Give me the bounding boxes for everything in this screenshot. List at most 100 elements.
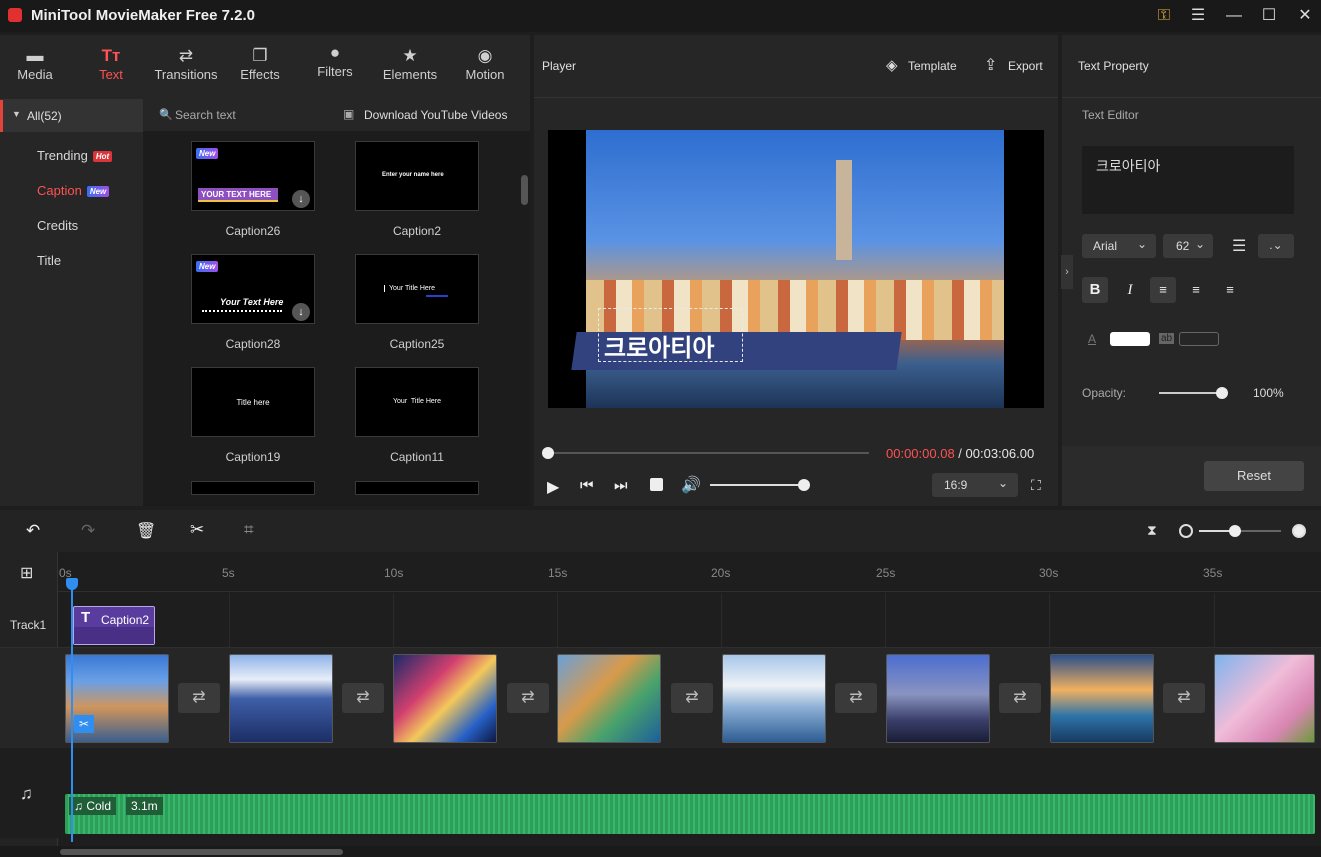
progress-handle[interactable] [542,447,554,459]
timeline-scrollbar[interactable] [60,849,343,855]
background-color-swatch[interactable] [1179,332,1219,346]
video-canvas[interactable]: 크로아티아 [548,130,1044,408]
reset-button[interactable]: Reset [1204,461,1304,491]
template-button[interactable]: Template [908,59,957,73]
bold-button[interactable]: B [1082,277,1108,303]
maximize-button[interactable]: ☐ [1257,4,1281,28]
caption-thumb-25[interactable]: Your Title Here [355,254,479,324]
progress-track[interactable] [544,452,869,454]
align-right-button[interactable]: ≡ [1217,277,1243,303]
video-clip-3[interactable] [393,654,497,743]
align-center-button[interactable]: ≡ [1183,277,1209,303]
caption-thumb-partial[interactable] [191,481,315,495]
undo-icon[interactable]: ↶ [26,521,40,541]
key-icon[interactable]: ⚿ [1152,4,1176,28]
timeline-toolbar: ↶ ↷ 🗑 ✂ ⌗ ⧗ [0,510,1321,552]
video-clip-2[interactable] [229,654,333,743]
transition-slot-7[interactable]: ⇄ [1163,683,1205,713]
tab-effects[interactable]: ❐ Effects [225,45,295,95]
zoom-out-icon[interactable] [1179,524,1193,538]
tab-elements[interactable]: ★ Elements [375,45,445,95]
download-icon[interactable]: ↓ [292,190,310,208]
opacity-handle[interactable] [1216,387,1228,399]
transition-slot-3[interactable]: ⇄ [507,683,549,713]
sidebar-item-trending[interactable]: Trending Hot [37,148,113,163]
timeline-panel: ↶ ↷ 🗑 ✂ ⌗ ⧗ ⊞ 0s 5s 10s 15s 20s 25s 30s … [0,510,1321,857]
caption-thumb-19[interactable]: Title here [191,367,315,437]
video-clip-6[interactable] [886,654,990,743]
export-button[interactable]: Export [1008,59,1043,73]
minimize-button[interactable]: — [1222,4,1246,28]
tab-transitions[interactable]: ⇄ Transitions [150,45,222,95]
audio-clip[interactable]: ♫ Cold 3.1m [65,794,1315,834]
caption-thumb-28[interactable]: New Your Text Here ↓ [191,254,315,324]
transition-slot-4[interactable]: ⇄ [671,683,713,713]
stop-icon[interactable] [650,478,663,491]
text-editor-input[interactable]: 크로아티아 [1082,146,1294,214]
delete-icon[interactable]: 🗑 [136,521,156,541]
caption-thumb-2[interactable]: Enter your name here [355,141,479,211]
transition-slot-6[interactable]: ⇄ [999,683,1041,713]
font-size-select[interactable]: 62 ⌄ [1163,234,1213,258]
transition-slot-1[interactable]: ⇄ [178,683,220,713]
split-icon[interactable]: ✂ [190,520,204,540]
tab-media[interactable]: ▬ Media [0,45,70,95]
play-icon[interactable]: ▶ [547,477,559,497]
font-select[interactable]: Arial ⌄ [1082,234,1156,258]
volume-slider[interactable] [710,484,804,486]
app-title: MiniTool MovieMaker Free 7.2.0 [31,7,255,24]
playhead-handle[interactable] [66,578,78,590]
transition-slot-5[interactable]: ⇄ [835,683,877,713]
download-icon[interactable]: ↓ [292,303,310,321]
track1-row [0,593,1321,648]
search-input[interactable]: Search text [175,108,236,122]
font-color-swatch[interactable] [1110,332,1150,346]
volume-handle[interactable] [798,479,810,491]
spacing-select[interactable]: .⌄ [1258,234,1294,258]
align-left-button[interactable]: ≡ [1150,277,1176,303]
menu-icon[interactable]: ☰ [1186,4,1210,28]
search-icon: 🔍 [159,109,173,121]
transition-slot-2[interactable]: ⇄ [342,683,384,713]
tab-motion[interactable]: ◉ Motion [450,45,520,95]
library-panel: ▬ Media Tт Text ⇄ Transitions ❐ Effects ● Fil… [0,35,530,506]
fit-timeline-icon[interactable]: ⧗ [1147,522,1157,539]
music-note-icon: ♫ [74,799,83,813]
close-button[interactable]: ✕ [1293,4,1317,28]
grid-scrollbar[interactable] [521,175,528,205]
redo-icon[interactable]: ↷ [81,521,95,541]
tab-filters[interactable]: ● Filters [300,42,370,92]
prev-frame-icon[interactable]: ⏮ [580,477,594,494]
italic-button[interactable]: I [1117,277,1143,303]
video-clip-4[interactable] [557,654,661,743]
aspect-ratio-select[interactable]: 16:9 ⌄ [932,473,1018,497]
caption-thumb-11[interactable]: Your Title Here [355,367,479,437]
scissors-icon[interactable]: ✂ [74,715,94,733]
video-clip-5[interactable] [722,654,826,743]
caption-clip[interactable]: T Caption2 [73,606,155,645]
tab-text[interactable]: Tт Text [76,45,146,95]
caption-thumb-26[interactable]: New YOUR TEXT HERE ↓ [191,141,315,211]
sidebar-item-title[interactable]: Title [37,253,61,268]
zoom-handle[interactable] [1229,525,1241,537]
sidebar-item-caption[interactable]: Caption New [37,183,110,198]
add-track-icon[interactable]: ⊞ [20,563,33,583]
collapse-panel-toggle[interactable]: › [1061,255,1073,289]
playhead[interactable] [71,582,73,842]
volume-icon[interactable]: 🔊 [681,475,701,495]
sidebar-item-credits[interactable]: Credits [37,218,78,233]
video-clip-7[interactable] [1050,654,1154,743]
category-all[interactable]: ▼ All(52) [0,100,143,132]
zoom-in-icon[interactable] [1292,524,1306,538]
caption-grid: 🔍 Search text ▣ Download YouTube Videos … [143,99,530,506]
crop-icon[interactable]: ⌗ [244,520,254,540]
next-frame-icon[interactable]: ⏭ [614,477,628,494]
video-clip-8[interactable] [1214,654,1315,743]
fullscreen-icon[interactable]: ⛶ [1031,477,1041,494]
line-spacing-icon[interactable]: ☰ [1232,236,1246,256]
time-ruler[interactable] [58,552,1321,592]
motion-icon: ◉ [477,46,493,65]
download-youtube-link[interactable]: Download YouTube Videos [364,108,507,122]
caption-thumb-partial[interactable] [355,481,479,495]
opacity-slider[interactable] [1159,392,1223,394]
